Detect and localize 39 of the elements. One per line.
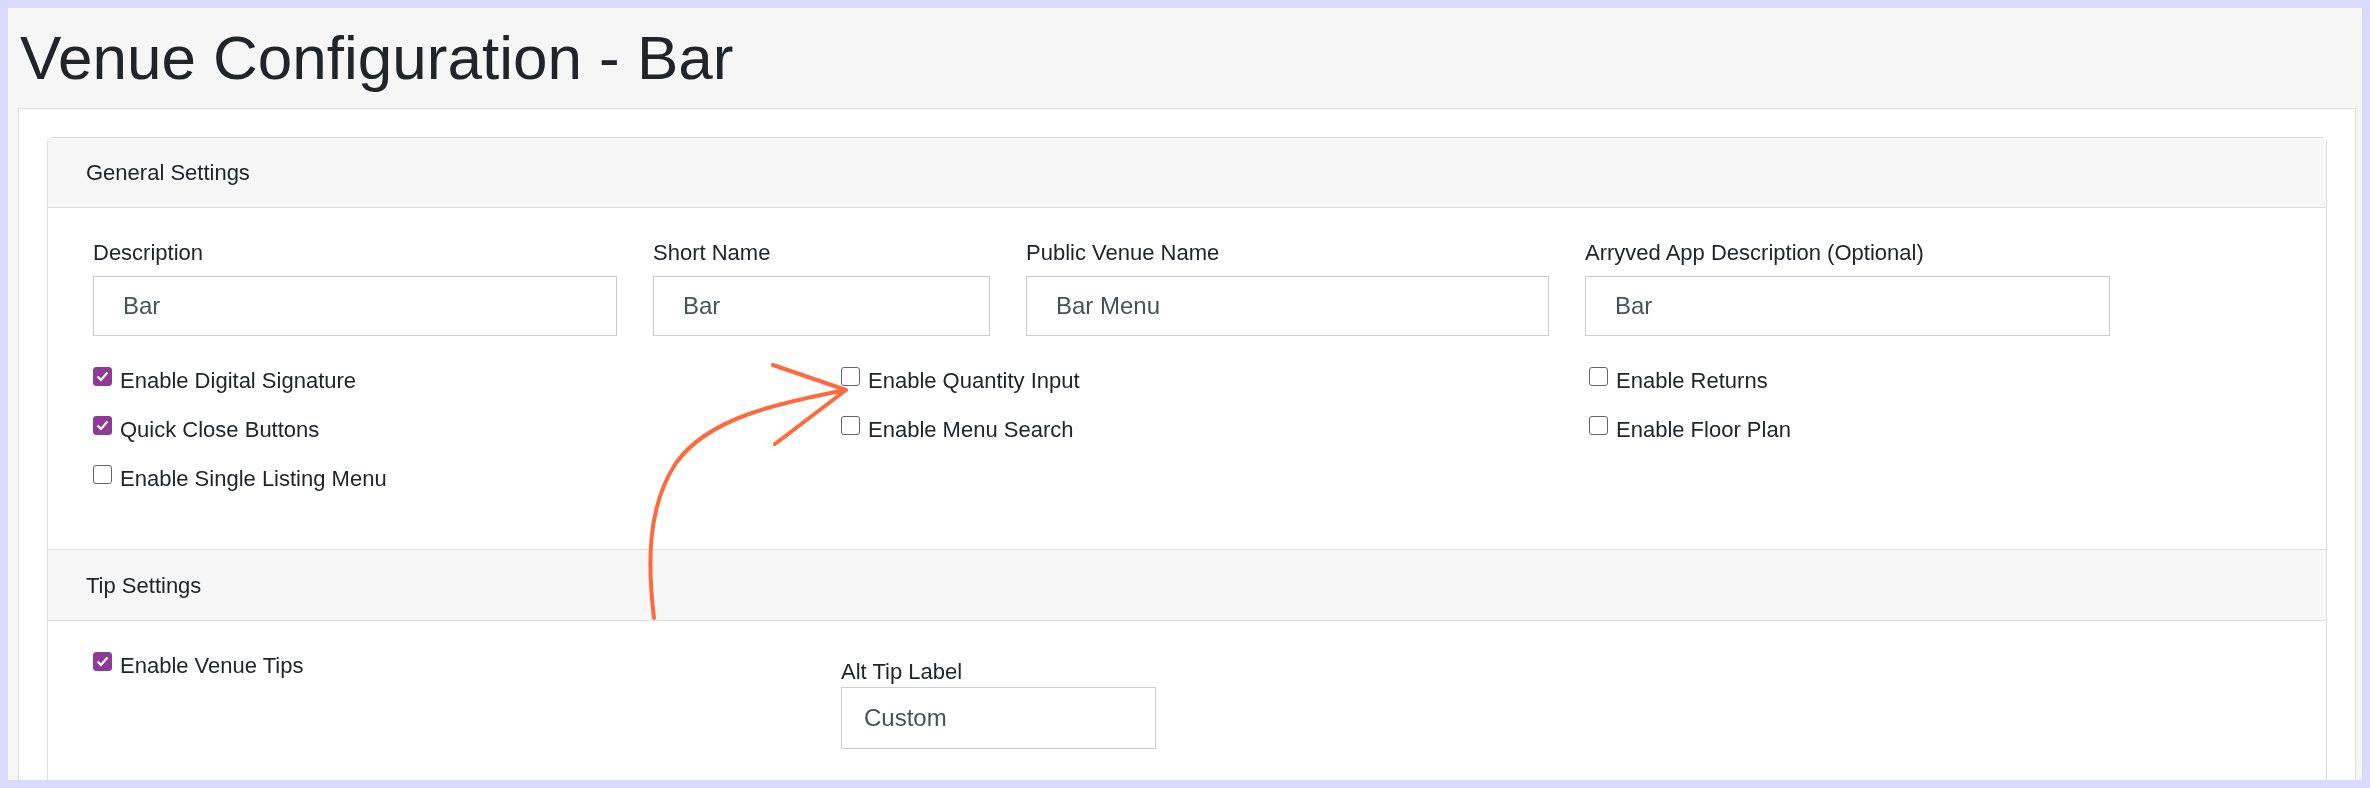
checkbox-option[interactable]: Enable Returns	[1589, 356, 2337, 405]
checkbox[interactable]	[841, 416, 860, 435]
checkmark-icon	[96, 656, 109, 667]
checkbox[interactable]	[93, 465, 112, 484]
checkbox-option[interactable]: Enable Menu Search	[841, 405, 1589, 454]
checkbox-option[interactable]: Quick Close Buttons	[93, 405, 841, 454]
checkbox-label: Enable Single Listing Menu	[120, 465, 387, 493]
input-field[interactable]: Bar Menu	[1026, 276, 1549, 336]
field-label: Alt Tip Label	[841, 658, 964, 686]
checkbox[interactable]	[93, 652, 112, 671]
checkbox-option[interactable]: Enable Digital Signature	[93, 356, 841, 405]
checkbox-label: Enable Menu Search	[868, 416, 1074, 444]
checkmark-icon	[96, 371, 109, 382]
checkbox-label: Enable Quantity Input	[868, 367, 1080, 395]
checkbox-option[interactable]: Enable Venue Tips	[93, 641, 841, 690]
card-title: General Settings	[86, 159, 250, 187]
checkbox[interactable]	[93, 416, 112, 435]
field-label: Arryved App Description (Optional)	[1585, 239, 1925, 267]
checkbox[interactable]	[1589, 367, 1608, 386]
checkbox-label: Enable Floor Plan	[1616, 416, 1791, 444]
input-field[interactable]: Bar	[1585, 276, 2110, 336]
checkbox-label: Enable Venue Tips	[120, 652, 304, 680]
card-title: Tip Settings	[86, 571, 202, 600]
input-field[interactable]: Custom	[841, 687, 1156, 749]
checkbox-label: Quick Close Buttons	[120, 416, 320, 444]
checkbox[interactable]	[93, 367, 112, 386]
field-label: Description	[93, 239, 205, 267]
checkbox[interactable]	[1589, 416, 1608, 435]
input-field[interactable]: Bar	[653, 276, 990, 336]
checkbox-label: Enable Returns	[1616, 367, 1768, 395]
checkbox-option[interactable]: Enable Single Listing Menu	[93, 454, 841, 503]
checkbox-option[interactable]: Enable Quantity Input	[841, 356, 1589, 405]
checkmark-icon	[96, 420, 109, 431]
input-field[interactable]: Bar	[93, 276, 617, 336]
checkbox[interactable]	[841, 367, 860, 386]
checkbox-option[interactable]: Enable Floor Plan	[1589, 405, 2337, 454]
checkbox-label: Enable Digital Signature	[120, 367, 357, 395]
field-label: Short Name	[653, 239, 772, 267]
field-label: Public Venue Name	[1026, 239, 1221, 267]
